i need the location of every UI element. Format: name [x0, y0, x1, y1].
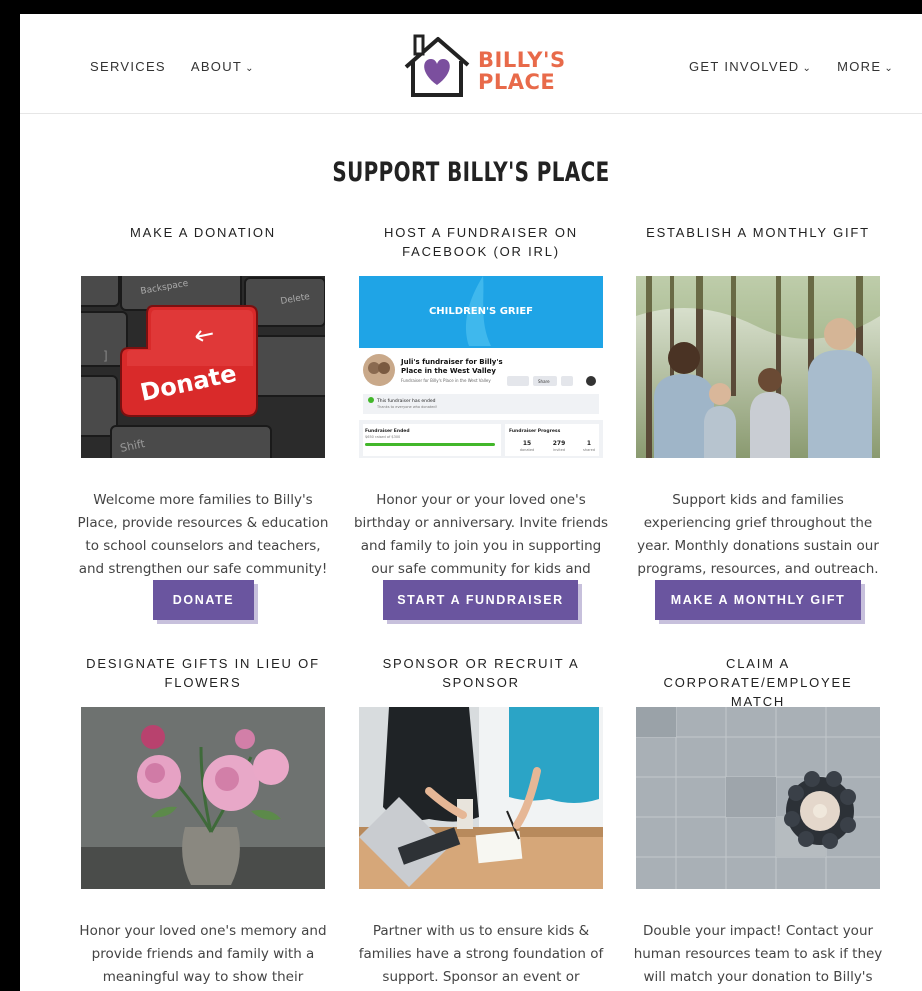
chevron-down-icon: ⌄ — [802, 63, 813, 74]
sponsor-meeting-image — [359, 707, 603, 889]
card-corporate-match: CLAIM A CORPORATE/EMPLOYEE MATCH Double … — [634, 654, 883, 985]
card-title: ESTABLISH A MONTHLY GIFT — [646, 225, 870, 240]
card-fundraiser: HOST A FUNDRAISER ON FACEBOOK (OR IRL) C… — [354, 223, 608, 600]
svg-text:donated: donated — [520, 448, 534, 452]
svg-text:CHILDREN'S GRIEF: CHILDREN'S GRIEF — [429, 306, 533, 317]
page-title: SUPPORT BILLY'S PLACE — [332, 157, 610, 188]
svg-text:Fundraiser Progress: Fundraiser Progress — [509, 428, 561, 434]
chevron-down-icon: ⌄ — [245, 63, 255, 74]
svg-text:shared: shared — [583, 448, 595, 452]
logo-wordmark: BILLY'S PLACE — [478, 48, 566, 94]
svg-text:Place in the West Valley: Place in the West Valley — [401, 367, 496, 375]
card-description: Welcome more families to Billy's Place, … — [77, 492, 329, 577]
card-lieu-of-flowers: DESIGNATE GIFTS IN LIEU OF FLOWERS Honor… — [79, 654, 326, 985]
svg-text:279: 279 — [553, 440, 566, 447]
monthly-gift-button[interactable]: MAKE A MONTHLY GIFT — [655, 580, 861, 620]
card-title: CLAIM A CORPORATE/EMPLOYEE MATCH — [663, 656, 853, 709]
svg-text:This fundraiser has ended: This fundraiser has ended — [376, 398, 436, 404]
svg-text:]: ] — [103, 349, 108, 363]
nav-right: GET INVOLVED ⌄ MORE ⌄ — [689, 59, 894, 74]
nav-services[interactable]: SERVICES — [90, 59, 166, 74]
nav-left: SERVICES ABOUT ⌄ — [90, 59, 255, 74]
card-description: Honor your loved one's memory and provid… — [79, 923, 327, 985]
card-description: Double your impact! Contact your human r… — [633, 923, 883, 985]
donate-button[interactable]: DONATE — [153, 580, 254, 620]
svg-text:Juli's fundraiser for Billy's: Juli's fundraiser for Billy's — [400, 358, 503, 366]
card-donation: MAKE A DONATION Donate Backspace Delete … — [78, 223, 329, 577]
family-forest-image — [636, 276, 880, 458]
svg-text:invited: invited — [553, 448, 565, 452]
house-heart-icon — [404, 34, 470, 97]
card-monthly-gift: ESTABLISH A MONTHLY GIFT Support kids an… — [636, 223, 880, 577]
facebook-fundraiser-image: CHILDREN'S GRIEF Juli's fundraiser for B… — [359, 276, 603, 458]
team-huddle-image — [636, 707, 880, 889]
card-description: Partner with us to ensure kids & familie… — [358, 923, 604, 985]
svg-text:Fundraiser Ended: Fundraiser Ended — [365, 428, 410, 434]
card-sponsor: SPONSOR OR RECRUIT A SPONSOR Partner wit… — [359, 654, 603, 985]
card-title: SPONSOR OR RECRUIT A SPONSOR — [382, 656, 580, 690]
card-title: DESIGNATE GIFTS IN LIEU OF FLOWERS — [86, 656, 320, 690]
svg-text:$650 raised of $300: $650 raised of $300 — [365, 435, 400, 439]
donate-keyboard-image: Donate Backspace Delete Shift ] — [81, 276, 325, 458]
nav-about[interactable]: ABOUT ⌄ — [191, 59, 255, 74]
page: SERVICES ABOUT ⌄ BILLY'S PLACE GET INVOLV… — [20, 14, 922, 991]
chevron-down-icon: ⌄ — [884, 63, 894, 74]
card-title: MAKE A DONATION — [130, 225, 276, 240]
card-description: Support kids and families experiencing g… — [637, 492, 879, 577]
svg-text:Share: Share — [538, 379, 550, 384]
site-logo[interactable]: BILLY'S PLACE — [402, 33, 572, 99]
svg-text:Thanks to everyone who donated: Thanks to everyone who donated! — [376, 405, 437, 409]
svg-text:15: 15 — [523, 440, 531, 447]
site-header: SERVICES ABOUT ⌄ BILLY'S PLACE GET INVOLV… — [20, 14, 922, 114]
svg-text:1: 1 — [587, 440, 591, 447]
flowers-vase-image — [81, 707, 325, 889]
start-fundraiser-button[interactable]: START A FUNDRAISER — [383, 580, 578, 620]
svg-text:Fundraiser for Billy's Place i: Fundraiser for Billy's Place in the West… — [401, 378, 491, 383]
nav-more[interactable]: MORE ⌄ — [837, 59, 894, 74]
nav-get-involved[interactable]: GET INVOLVED ⌄ — [689, 59, 812, 74]
card-title: HOST A FUNDRAISER ON FACEBOOK (OR IRL) — [384, 225, 578, 259]
